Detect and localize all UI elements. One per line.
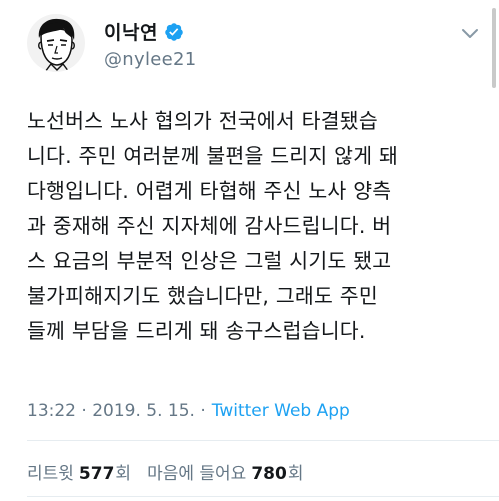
tweet-line: 과 중재해 주신 지자체에 감사드립니다. 버 (27, 214, 392, 238)
display-name[interactable]: 이낙연 (104, 18, 158, 45)
timestamp[interactable]: 13:22 · 2019. 5. 15. · (27, 401, 206, 421)
source-link[interactable]: Twitter Web App (212, 401, 350, 421)
retweets-count[interactable]: 577 (79, 464, 115, 484)
tweet-stats: 리트윗 577 회 마음에 들어요 780 회 (27, 459, 303, 484)
tweet-line: 불가피해지기도 했습니다만, 그래도 주민 (27, 284, 378, 308)
tweet-text: 노선버스 노사 협의가 전국에서 타결됐습 니다. 주민 여러분께 불편을 드리… (27, 104, 487, 349)
likes-label[interactable]: 마음에 들어요 (147, 459, 246, 484)
likes-count[interactable]: 780 (251, 464, 287, 484)
tweet-line: 다행입니다. 어렵게 타협해 주신 노사 양측 (27, 179, 392, 203)
retweets-unit: 회 (115, 464, 132, 484)
verified-badge-icon (165, 22, 183, 41)
tweet-line: 니다. 주민 여러분께 불편을 드리지 않게 돼 (27, 144, 399, 168)
divider (27, 496, 499, 497)
caricature-avatar-icon (38, 18, 75, 72)
scrollbar[interactable] (492, 8, 496, 88)
tweet-line: 스 요금의 부분적 인상은 그럴 시기도 됐고 (27, 249, 392, 273)
retweets-label[interactable]: 리트윗 (27, 459, 74, 484)
chevron-down-icon[interactable] (461, 28, 479, 40)
author-name-row[interactable]: 이낙연 (104, 18, 184, 45)
handle[interactable]: @nylee21 (104, 49, 197, 70)
tweet-line: 들께 부담을 드리게 돼 송구스럽습니다. (27, 319, 366, 343)
tweet-meta: 13:22 · 2019. 5. 15. · Twitter Web App (27, 401, 350, 421)
avatar[interactable] (27, 14, 85, 72)
likes-unit: 회 (287, 464, 304, 484)
tweet-line: 노선버스 노사 협의가 전국에서 타결됐습 (27, 109, 378, 133)
divider (27, 440, 499, 441)
